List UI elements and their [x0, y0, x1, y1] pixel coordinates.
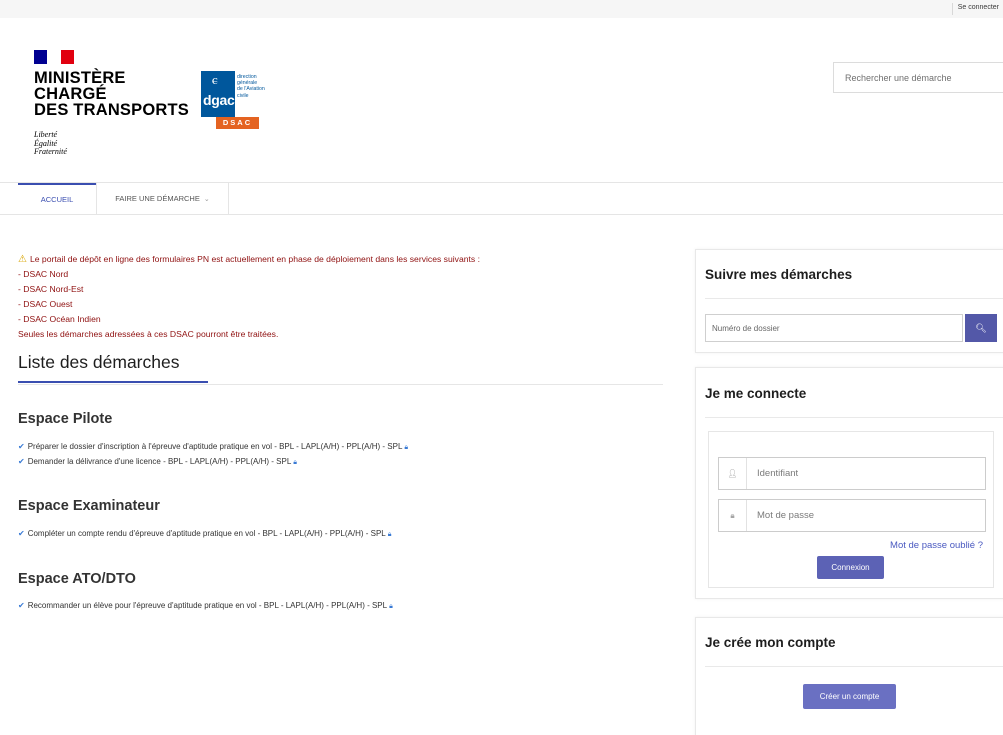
dgac-logo: ⲉ dgac direction générale de l'Aviation …	[201, 71, 265, 129]
search-icon: 🔍︎	[975, 322, 987, 333]
signup-card-title: Je crée mon compte	[705, 635, 836, 650]
list-title-divider	[18, 384, 663, 385]
tab-home[interactable]: ACCUEIL	[18, 183, 96, 214]
procedure-link[interactable]: Recommander un élève pour l'épreuve d'ap…	[28, 601, 387, 610]
procedure-item[interactable]: ✔ Recommander un élève pour l'épreuve d'a…	[18, 601, 393, 611]
track-card-title: Suivre mes démarches	[705, 267, 853, 282]
login-card: Je me connecte 👤︎ 🔒︎ Mot de passe oublié…	[695, 367, 1003, 599]
dsac-label: DSAC	[216, 117, 259, 129]
lock-icon: 🔒︎	[389, 603, 393, 610]
main-nav: ACCUEIL FAIRE UNE DÉMARCHE ⌄	[0, 183, 1003, 215]
ministry-name: MINISTÈRE CHARGÉ DES TRANSPORTS	[34, 69, 189, 119]
check-icon: ✔	[18, 457, 25, 466]
dgac-logo-subtitle: direction générale de l'Aviation civile	[237, 74, 277, 99]
password-field[interactable]: 🔒︎	[718, 499, 986, 532]
procedure-link[interactable]: Demander la délivrance d'une licence - B…	[28, 457, 292, 466]
deployment-notice: ⚠ Le portail de dépôt en ligne des formul…	[18, 252, 658, 342]
username-field[interactable]: 👤︎	[718, 457, 986, 490]
notice-item: - DSAC Ouest	[18, 299, 73, 309]
tab-home-label: ACCUEIL	[40, 195, 74, 204]
ministry-line-2: CHARGÉ	[34, 85, 107, 103]
space-title-ato-dto: Espace ATO/DTO	[18, 571, 136, 587]
top-bar-divider	[952, 3, 953, 15]
dgac-logo-block: ⲉ dgac	[201, 71, 235, 117]
chevron-down-icon: ⌄	[203, 196, 210, 203]
lock-icon: 🔒︎	[404, 444, 409, 451]
motto-fraternite: Fraternité	[34, 147, 67, 157]
login-card-divider	[705, 417, 1003, 418]
procedure-link[interactable]: Compléter un compte rendu d'épreuve d'ap…	[28, 529, 386, 538]
signup-card-divider	[705, 666, 1003, 667]
track-card: Suivre mes démarches 🔍︎	[695, 249, 1003, 353]
signup-card: Je crée mon compte Créer un compte	[695, 617, 1003, 735]
ministry-line-3: DES TRANSPORTS	[34, 101, 189, 119]
forgot-password-link[interactable]: Mot de passe oublié ?	[890, 540, 983, 551]
check-icon: ✔	[18, 601, 25, 610]
notice-footer: Seules les démarches adressées à ces DSA…	[18, 329, 279, 339]
track-search-button[interactable]: 🔍︎	[965, 314, 997, 342]
login-card-title: Je me connecte	[705, 386, 807, 401]
procedure-link[interactable]: Préparer le dossier d'inscription à l'ép…	[28, 442, 403, 451]
search-input[interactable]	[833, 62, 1003, 93]
create-account-button[interactable]: Créer un compte	[803, 684, 896, 709]
space-title-examinateur: Espace Examinateur	[18, 498, 160, 514]
top-bar: Se connecter	[0, 0, 1003, 18]
dgac-subtitle-line-4: civile	[237, 92, 249, 99]
dgac-logo-name: dgac	[203, 92, 235, 108]
header: MINISTÈRE CHARGÉ DES TRANSPORTS Liberté …	[0, 18, 1003, 183]
ministry-line-1: MINISTÈRE	[34, 69, 126, 87]
notice-item: - DSAC Nord	[18, 269, 69, 279]
notice-text: Le portail de dépôt en ligne des formula…	[29, 254, 480, 264]
user-icon: 👤︎	[719, 458, 747, 489]
file-number-input[interactable]	[705, 314, 963, 342]
password-input[interactable]	[748, 500, 984, 531]
notice-line: ⚠ Le portail de dépôt en ligne des formul…	[18, 252, 658, 267]
lock-icon: 🔒︎	[293, 459, 297, 466]
lock-icon: 🔒︎	[387, 531, 392, 538]
tab-make-procedure[interactable]: FAIRE UNE DÉMARCHE ⌄	[96, 183, 229, 214]
bird-icon: ⲉ	[212, 72, 218, 87]
republic-motto: Liberté Égalité Fraternité	[34, 130, 67, 157]
list-title: Liste des démarches	[18, 352, 208, 383]
warning-icon: ⚠	[18, 254, 27, 265]
tab-make-procedure-label: FAIRE UNE DÉMARCHE	[115, 194, 200, 203]
lock-icon: 🔒︎	[719, 500, 747, 531]
marianne-flag-logo	[34, 50, 74, 64]
notice-item: - DSAC Océan Indien	[18, 314, 101, 324]
username-input[interactable]	[748, 458, 984, 489]
connect-button[interactable]: Connexion	[817, 556, 884, 579]
notice-item: - DSAC Nord-Est	[18, 284, 84, 294]
procedure-item[interactable]: ✔ Compléter un compte rendu d'épreuve d'a…	[18, 529, 391, 539]
space-title-pilote: Espace Pilote	[18, 411, 113, 427]
procedure-item[interactable]: ✔ Préparer le dossier d'inscription à l'é…	[18, 442, 408, 452]
login-link[interactable]: Se connecter	[958, 4, 999, 11]
check-icon: ✔	[18, 529, 25, 538]
check-icon: ✔	[18, 442, 25, 451]
track-card-divider	[705, 298, 1003, 299]
procedure-item[interactable]: ✔ Demander la délivrance d'une licence - …	[18, 457, 297, 467]
login-form: 👤︎ 🔒︎ Mot de passe oublié ? Connexion	[708, 431, 994, 588]
